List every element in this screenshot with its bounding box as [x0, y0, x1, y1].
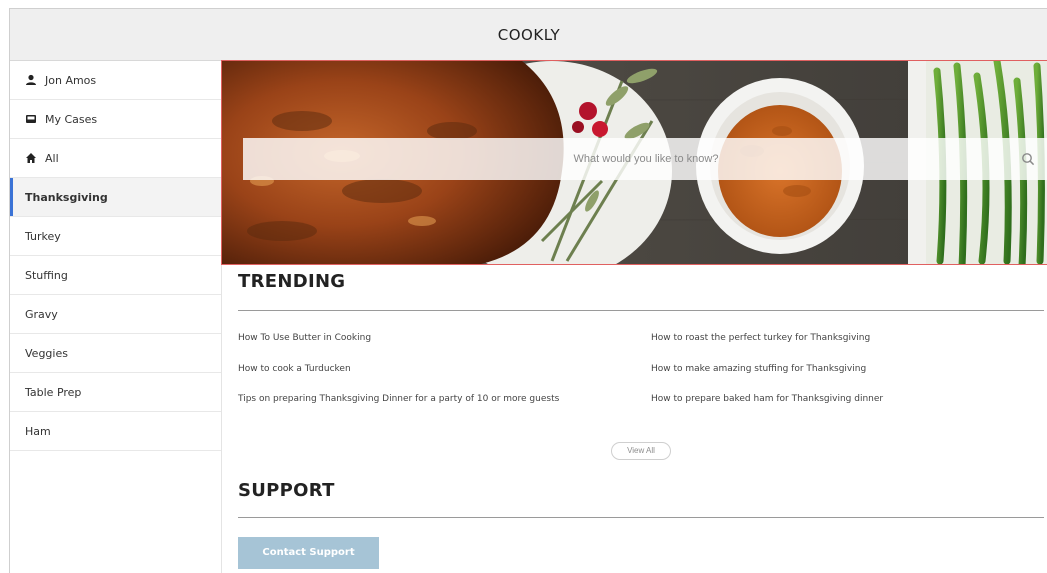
- sidebar-item-gravy[interactable]: Gravy: [10, 295, 221, 334]
- trending-link[interactable]: How to prepare baked ham for Thanksgivin…: [651, 394, 883, 404]
- sidebar-item-user[interactable]: Jon Amos: [10, 61, 221, 100]
- contact-support-button[interactable]: Contact Support: [238, 537, 379, 569]
- home-icon: [25, 152, 37, 164]
- trending-link[interactable]: How to roast the perfect turkey for Than…: [651, 333, 870, 343]
- trending-link[interactable]: How To Use Butter in Cooking: [238, 333, 371, 343]
- app-frame: COOKLY Jon Amos My Cases All Thanksgivin…: [9, 8, 1047, 573]
- hero-banner: [221, 60, 1047, 265]
- sidebar-item-label: Turkey: [25, 229, 61, 243]
- trending-divider: [238, 310, 1044, 311]
- sidebar-item-my-cases[interactable]: My Cases: [10, 100, 221, 139]
- sidebar-item-label: Ham: [25, 424, 51, 438]
- sidebar-item-thanksgiving[interactable]: Thanksgiving: [10, 178, 221, 217]
- top-bar: COOKLY: [10, 9, 1047, 61]
- support-heading: SUPPORT: [238, 480, 335, 501]
- sidebar-item-turkey[interactable]: Turkey: [10, 217, 221, 256]
- inbox-icon: [25, 113, 37, 125]
- sidebar-item-veggies[interactable]: Veggies: [10, 334, 221, 373]
- trending-link[interactable]: How to make amazing stuffing for Thanksg…: [651, 364, 866, 374]
- search-input[interactable]: [243, 138, 1047, 180]
- sidebar-item-table-prep[interactable]: Table Prep: [10, 373, 221, 412]
- sidebar-item-label: Stuffing: [25, 268, 68, 282]
- sidebar-item-label: Jon Amos: [45, 73, 97, 87]
- sidebar-item-label: Gravy: [25, 307, 58, 321]
- sidebar-item-label: Table Prep: [25, 385, 82, 399]
- support-divider: [238, 517, 1044, 518]
- sidebar-item-label: All: [45, 151, 59, 165]
- trending-heading: TRENDING: [238, 271, 346, 292]
- sidebar-item-label: My Cases: [45, 112, 98, 126]
- search-icon[interactable]: [1021, 152, 1035, 166]
- sidebar-item-stuffing[interactable]: Stuffing: [10, 256, 221, 295]
- trending-link[interactable]: Tips on preparing Thanksgiving Dinner fo…: [238, 394, 559, 404]
- sidebar-item-all[interactable]: All: [10, 139, 221, 178]
- search-box[interactable]: [243, 138, 1047, 180]
- app-title: COOKLY: [497, 26, 561, 44]
- user-icon: [25, 74, 37, 86]
- sidebar-item-label: Veggies: [25, 346, 68, 360]
- trending-link[interactable]: How to cook a Turducken: [238, 364, 351, 374]
- sidebar-item-label: Thanksgiving: [25, 190, 108, 204]
- sidebar: Jon Amos My Cases All Thanksgiving Turke…: [10, 61, 222, 573]
- view-all-button[interactable]: View All: [611, 442, 671, 460]
- sidebar-item-ham[interactable]: Ham: [10, 412, 221, 451]
